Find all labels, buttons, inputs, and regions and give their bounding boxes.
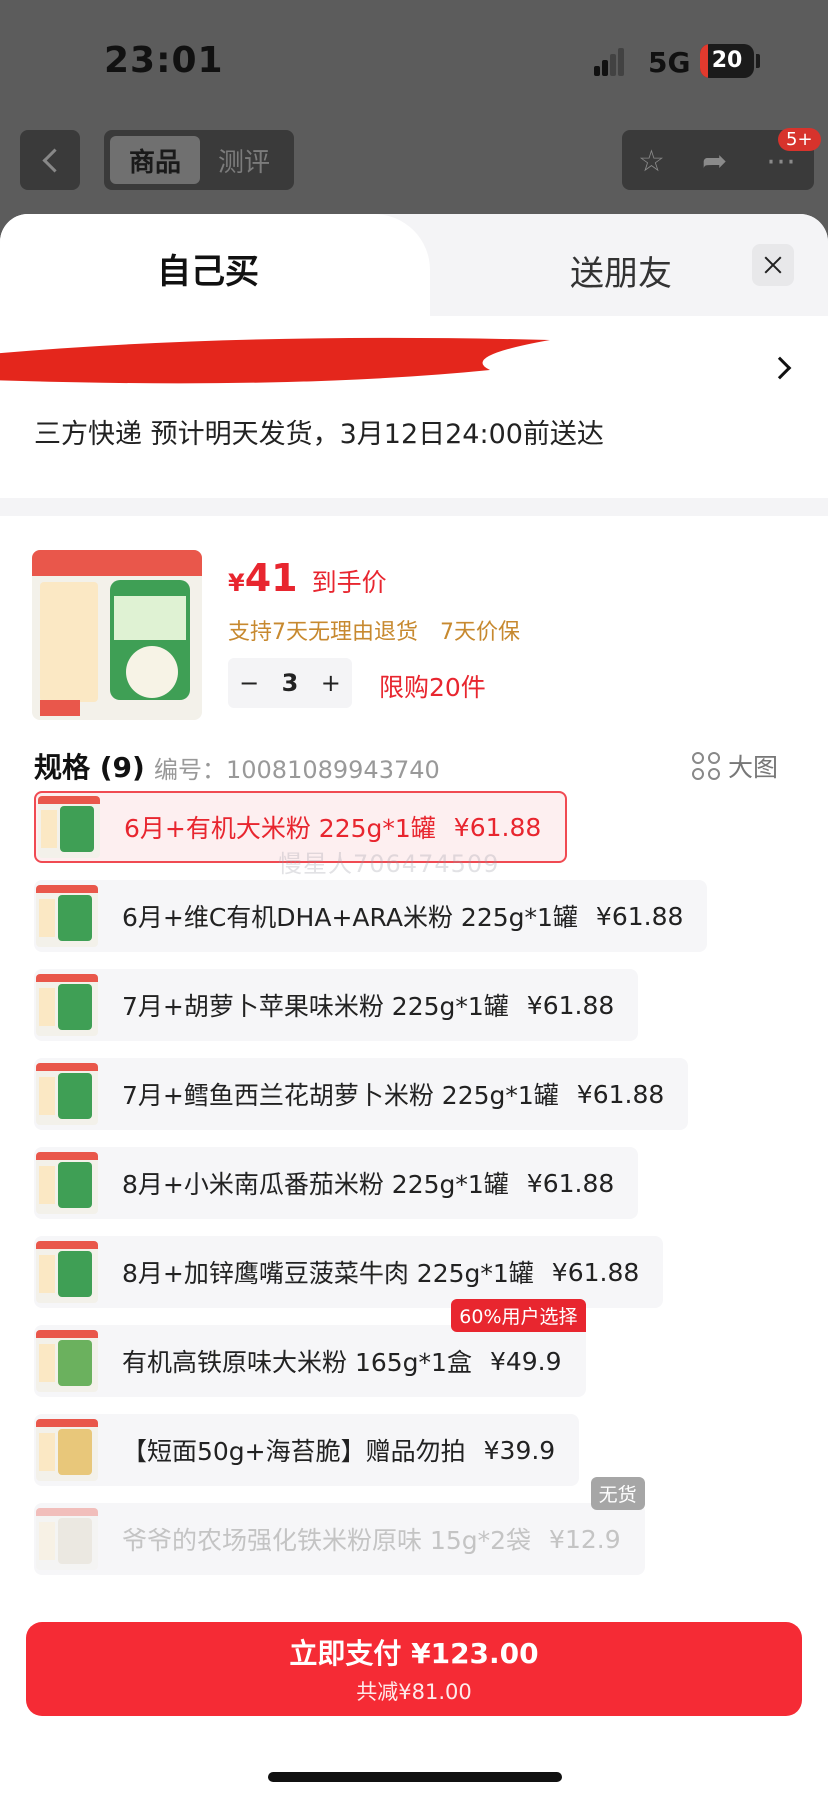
- tab-gift-friend[interactable]: 送朋友: [570, 246, 672, 295]
- option-name: 6月+维C有机DHA+ARA米粉 225g*1罐: [122, 903, 578, 932]
- chevron-right-icon: [768, 356, 792, 380]
- spec-option[interactable]: 8月+加锌鹰嘴豆菠菜牛肉 225g*1罐 ¥61.88: [34, 1236, 664, 1308]
- star-icon[interactable]: ☆: [638, 144, 665, 179]
- final-price: ¥41 到手价: [228, 556, 387, 600]
- option-price: ¥12.9: [549, 1524, 621, 1554]
- shipping-info: 三方快递 预计明天发货，3月12日24:00前送达: [34, 419, 604, 450]
- option-thumbnail: [36, 1508, 98, 1570]
- spec-option[interactable]: 7月+胡萝卜苹果味米粉 225g*1罐 ¥61.88: [34, 969, 639, 1041]
- option-thumbnail: [36, 1330, 98, 1392]
- redaction-scribble: [0, 337, 550, 384]
- spec-option[interactable]: 【短面50g+海苔脆】赠品勿拍 ¥39.9: [34, 1414, 580, 1486]
- tab-product[interactable]: 商品: [110, 136, 200, 184]
- top-segment: 商品 测评: [104, 130, 294, 190]
- option-thumbnail: [36, 1419, 98, 1481]
- watermark: 慢星人706474509: [278, 850, 500, 878]
- status-bar: 23:01 5G 20: [0, 0, 828, 120]
- option-price: ¥61.88: [526, 990, 615, 1020]
- guarantee-price: 7天价保: [440, 620, 520, 645]
- tab-buy-self-label: 自己买: [157, 252, 259, 292]
- option-thumbnail: [38, 796, 100, 858]
- option-name: 8月+小米南瓜番茄米粉 225g*1罐: [122, 1170, 509, 1199]
- option-name: 爷爷的农场强化铁米粉原味 15g*2袋: [122, 1526, 532, 1555]
- signal-icon: [594, 48, 624, 76]
- pay-label: 立即支付 ¥123.00: [289, 1637, 539, 1670]
- grid-icon: [692, 752, 720, 780]
- spec-option[interactable]: 6月+维C有机DHA+ARA米粉 225g*1罐 ¥61.88: [34, 880, 708, 952]
- spec-option[interactable]: 7月+鳕鱼西兰花胡萝卜米粉 225g*1罐 ¥61.88: [34, 1058, 689, 1130]
- option-thumbnail: [36, 1152, 98, 1214]
- quantity-value[interactable]: 3: [282, 669, 299, 697]
- product-code: 编号：10081089943740: [154, 756, 440, 784]
- tab-buy-self[interactable]: 自己买: [0, 214, 430, 316]
- address-row[interactable]: 三方快递 预计明天发货，3月12日24:00前送达: [0, 316, 828, 498]
- option-thumbnail: [36, 974, 98, 1036]
- network-type: 5G: [648, 46, 691, 79]
- option-name: 有机高铁原味大米粉 165g*1盒: [122, 1348, 472, 1377]
- option-price: ¥61.88: [576, 1079, 665, 1109]
- option-name: 8月+加锌鹰嘴豆菠菜牛肉 225g*1罐: [122, 1259, 534, 1288]
- divider: [0, 498, 828, 516]
- clock: 23:01: [104, 40, 224, 81]
- spec-option[interactable]: 8月+小米南瓜番茄米粉 225g*1罐 ¥61.88: [34, 1147, 639, 1219]
- close-icon[interactable]: [752, 244, 794, 286]
- price-value: 41: [244, 556, 298, 600]
- price-label: 到手价: [311, 568, 387, 597]
- share-icon[interactable]: ➦: [702, 144, 727, 179]
- battery-icon: 20: [700, 44, 754, 78]
- message-badge: 5+: [778, 128, 821, 151]
- option-price: ¥61.88: [453, 812, 542, 842]
- purchase-sheet: 自己买 送朋友 三方快递 预计明天发货，3月12日24:00前送达 ¥41 到手价: [0, 214, 828, 1796]
- plus-button[interactable]: +: [321, 669, 341, 697]
- option-price: ¥49.9: [489, 1346, 562, 1376]
- option-price: ¥61.88: [526, 1168, 615, 1198]
- back-button[interactable]: [20, 130, 80, 190]
- guarantees: 支持7天无理由退货 7天价保: [228, 614, 520, 646]
- spec-header: 规格 (9) 编号：10081089943740 大图: [0, 694, 828, 784]
- guarantee-return: 支持7天无理由退货: [228, 620, 418, 645]
- minus-button[interactable]: −: [239, 669, 259, 697]
- option-name: 7月+胡萝卜苹果味米粉 225g*1罐: [122, 992, 509, 1021]
- big-image-label: 大图: [728, 753, 779, 782]
- pay-now-button[interactable]: 立即支付 ¥123.00 共减¥81.00: [26, 1622, 802, 1716]
- option-price: ¥61.88: [595, 901, 684, 931]
- option-thumbnail: [36, 885, 98, 947]
- purchase-tabs: 自己买 送朋友: [0, 214, 828, 316]
- option-price: ¥61.88: [551, 1257, 640, 1287]
- pay-discount: 共减¥81.00: [356, 1680, 472, 1704]
- option-name: 【短面50g+海苔脆】赠品勿拍: [122, 1437, 466, 1466]
- spec-option[interactable]: 有机高铁原味大米粉 165g*1盒 ¥49.9 60%用户选择: [34, 1299, 586, 1397]
- tab-review[interactable]: 测评: [200, 136, 288, 184]
- battery-tip: [756, 54, 760, 68]
- big-image-toggle[interactable]: 大图: [692, 748, 778, 784]
- spec-option[interactable]: 爷爷的农场强化铁米粉原味 15g*2袋 ¥12.9 无货: [34, 1477, 645, 1575]
- home-indicator: [268, 1772, 562, 1782]
- currency-symbol: ¥: [228, 569, 245, 597]
- option-name: 6月+有机大米粉 225g*1罐: [124, 814, 436, 843]
- product-summary: ¥41 到手价 支持7天无理由退货 7天价保 − 3 + 限购20件: [0, 516, 828, 720]
- option-name: 7月+鳕鱼西兰花胡萝卜米粉 225g*1罐: [122, 1081, 559, 1110]
- option-price: ¥39.9: [483, 1435, 556, 1465]
- out-of-stock-tag: 无货: [590, 1477, 645, 1510]
- option-thumbnail: [36, 1063, 98, 1125]
- option-thumbnail: [36, 1241, 98, 1303]
- spec-title: 规格 (9): [34, 751, 145, 784]
- popular-tag: 60%用户选择: [451, 1299, 586, 1332]
